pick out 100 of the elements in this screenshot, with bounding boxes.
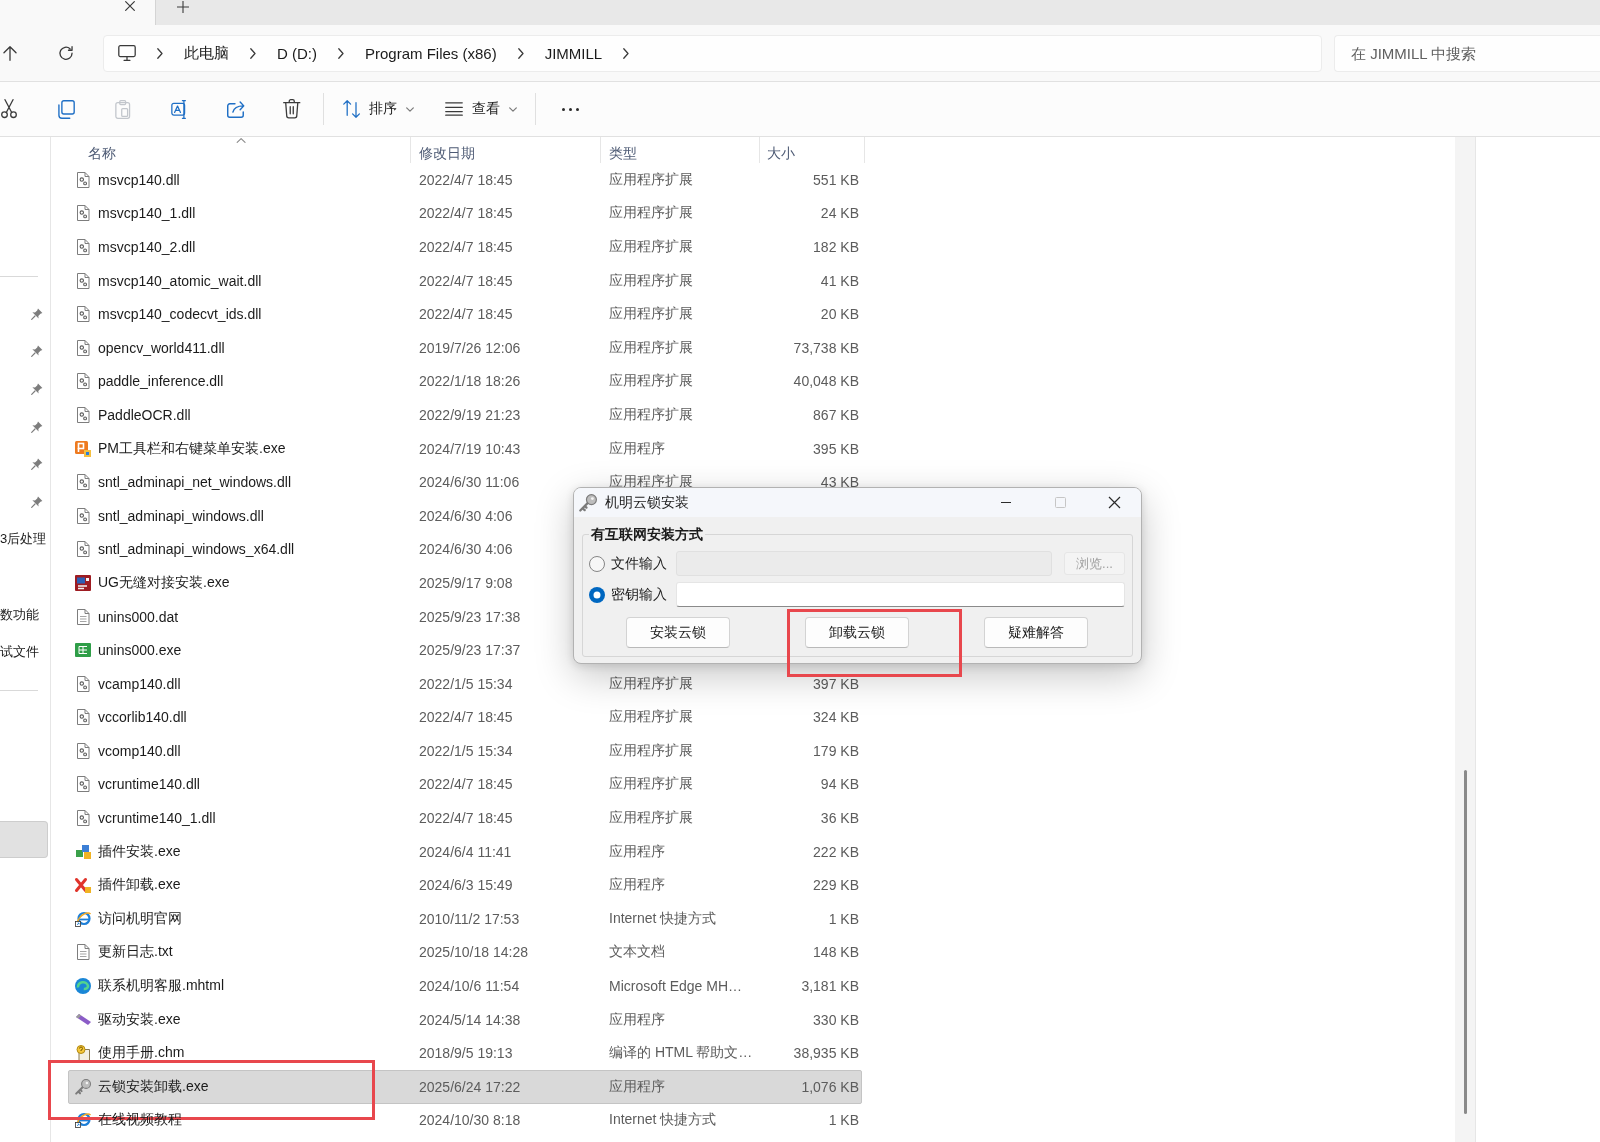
file-name: UG无缝对接安装.exe xyxy=(98,573,230,592)
date-cell-text: 2018/9/5 19:13 xyxy=(418,1045,513,1062)
file-row[interactable]: PaddleOCR.dll 2022/9/19 21:23 应用程序扩展 867 KB xyxy=(68,398,862,432)
breadcrumb[interactable]: 此电脑 xyxy=(184,43,229,63)
file-row[interactable]: 插件卸载.exe 2024/6/3 15:49 应用程序 229 KB xyxy=(68,868,862,903)
search-field[interactable]: 在 JIMMILL 中搜索 xyxy=(1334,34,1600,72)
key-icon xyxy=(579,493,597,512)
column-header[interactable]: 名称 xyxy=(68,137,411,163)
option-label[interactable]: 文件输入 xyxy=(611,554,667,573)
close-icon[interactable] xyxy=(125,1,135,11)
chevron-right-icon xyxy=(338,47,344,59)
refresh-icon[interactable] xyxy=(59,46,73,60)
file-row[interactable]: msvcp140_1.dll 2022/4/7 18:45 应用程序扩展 24 KB xyxy=(68,196,862,231)
caret-down-icon xyxy=(406,106,414,112)
radio-button[interactable] xyxy=(589,555,605,572)
file-row[interactable]: vcruntime140.dll 2022/4/7 18:45 应用程序扩展 94 KB xyxy=(68,767,862,802)
date-cell-text: 2024/6/3 15:49 xyxy=(418,877,513,894)
type-cell-text: 应用程序扩展 xyxy=(608,305,693,324)
app-tile-icon xyxy=(75,574,91,591)
column-header[interactable]: 大小 xyxy=(760,137,865,163)
type-cell-text: 应用程序 xyxy=(608,842,665,861)
size-cell-text: 41 KB xyxy=(820,272,860,289)
sort-arrows-icon xyxy=(343,100,360,118)
file-row[interactable]: vcomp140.dll 2022/1/5 15:34 应用程序扩展 179 KB xyxy=(68,734,862,768)
type-cell-text: Microsoft Edge MH… xyxy=(608,978,743,995)
size-cell-text: 229 KB xyxy=(813,877,860,894)
type-cell-text: 应用程序 xyxy=(608,1010,665,1029)
breadcrumb[interactable]: JIMMILL xyxy=(544,44,603,62)
option-label[interactable]: 密钥输入 xyxy=(611,585,667,604)
size-cell-text: 551 KB xyxy=(813,171,860,188)
file-row[interactable]: msvcp140.dll 2022/4/7 18:45 应用程序扩展 551 KB xyxy=(68,163,862,197)
date-cell-text: 2025/9/23 17:37 xyxy=(418,642,521,659)
file-row[interactable]: 联系机明客服.mhtml 2024/10/6 11:54 Microsoft Edge MH… 3,181 KB xyxy=(68,969,862,1003)
dialog-button[interactable]: 卸载云锁 xyxy=(805,617,909,648)
file-name: msvcp140.dll xyxy=(98,171,180,188)
type-cell-text: 应用程序扩展 xyxy=(608,338,693,357)
dialog-button[interactable]: 疑难解答 xyxy=(984,617,1088,648)
size-cell-text: 1 KB xyxy=(828,910,860,927)
file-row[interactable]: msvcp140_2.dll 2022/4/7 18:45 应用程序扩展 182 KB xyxy=(68,230,862,264)
sidebar-item[interactable]: 试文件 xyxy=(0,633,50,671)
gear-document-icon xyxy=(76,306,90,323)
breadcrumb[interactable]: D (D:) xyxy=(277,44,317,62)
type-cell-text: 文本文档 xyxy=(608,943,665,962)
file-name: 访问机明官网 xyxy=(98,909,182,928)
scissors-icon xyxy=(1,99,17,119)
file-name: vcamp140.dll xyxy=(98,675,181,692)
document-icon xyxy=(76,608,90,625)
type-cell-text: 应用程序 xyxy=(608,1077,665,1096)
file-name: 更新日志.txt xyxy=(98,943,173,962)
gear-document-icon xyxy=(76,709,90,726)
file-row[interactable]: vccorlib140.dll 2022/4/7 18:45 应用程序扩展 324 KB xyxy=(68,700,862,735)
gear-document-icon xyxy=(76,541,90,558)
size-cell-text: 222 KB xyxy=(813,843,860,860)
more-icon xyxy=(561,107,579,111)
gear-document-icon xyxy=(76,339,90,356)
file-row[interactable]: 访问机明官网 2010/11/2 17:53 Internet 快捷方式 1 KB xyxy=(68,902,862,936)
file-row[interactable]: PM工具栏和右键菜单安装.exe 2024/7/19 10:43 应用程序 395 KB xyxy=(68,431,862,466)
view-button[interactable]: 查看 xyxy=(438,91,524,127)
dialog-button[interactable]: 安装云锁 xyxy=(626,617,730,648)
file-row[interactable]: 使用手册.chm 2018/9/5 19:13 编译的 HTML 帮助文… 38,935 KB xyxy=(68,1036,862,1071)
radio-button[interactable] xyxy=(589,586,605,603)
globe-icon xyxy=(75,910,91,927)
type-cell-text: 应用程序扩展 xyxy=(608,170,693,189)
file-name: paddle_inference.dll xyxy=(98,373,224,390)
file-name: msvcp140_2.dll xyxy=(98,239,196,255)
plus-icon[interactable] xyxy=(177,1,189,13)
breadcrumb[interactable]: Program Files (x86) xyxy=(365,44,497,62)
share-icon xyxy=(226,100,245,118)
file-row[interactable]: 驱动安装.exe 2024/5/14 14:38 应用程序 330 KB xyxy=(68,1002,862,1037)
type-cell-text: 应用程序扩展 xyxy=(608,405,693,424)
type-cell-text: 应用程序扩展 xyxy=(608,674,693,693)
scrollbar-thumb[interactable] xyxy=(1463,770,1467,1114)
file-row[interactable]: msvcp140_atomic_wait.dll 2022/4/7 18:45 应用程序扩展 41 KB xyxy=(68,263,862,298)
file-row[interactable]: vcruntime140_1.dll 2022/4/7 18:45 应用程序扩展 36 KB xyxy=(68,801,862,835)
file-row[interactable]: 插件安装.exe 2024/6/4 11:41 应用程序 222 KB xyxy=(68,834,862,869)
sort-button[interactable]: 排序 xyxy=(336,91,421,127)
gear-document-icon xyxy=(76,239,90,255)
date-cell-text: 2022/4/7 18:45 xyxy=(418,776,513,793)
type-cell-text: 应用程序扩展 xyxy=(608,372,693,391)
size-cell-text: 3,181 KB xyxy=(801,978,860,995)
sidebar-item[interactable]: 3后处理 xyxy=(0,520,50,559)
file-name: unins000.exe xyxy=(98,642,182,659)
type-cell-text: 应用程序扩展 xyxy=(608,809,693,828)
file-row[interactable]: msvcp140_codecvt_ids.dll 2022/4/7 18:45 应用程序扩展 20 KB xyxy=(68,297,862,331)
key-field[interactable] xyxy=(676,582,1125,607)
file-row[interactable]: opencv_world411.dll 2019/7/26 12:06 应用程序扩展 73,738 KB xyxy=(68,330,862,365)
usb-stick-icon xyxy=(75,1014,91,1026)
sidebar-item[interactable]: 数功能 xyxy=(0,595,50,634)
column-header[interactable]: 修改日期 xyxy=(411,137,601,163)
file-row[interactable]: paddle_inference.dll 2022/1/18 18:26 应用程序扩展 40,048 KB xyxy=(68,364,862,399)
file-name: sntl_adminapi_net_windows.dll xyxy=(98,474,291,491)
size-cell-text: 395 KB xyxy=(813,440,860,457)
address-bar[interactable]: 此电脑 D (D:) Program Files (x86) JIMMILL xyxy=(103,34,1322,72)
file-row[interactable]: 更新日志.txt 2025/10/18 14:28 文本文档 148 KB xyxy=(68,935,862,970)
up-arrow-icon[interactable] xyxy=(3,45,17,61)
type-cell-text: 应用程序扩展 xyxy=(608,271,693,290)
size-cell-text: 20 KB xyxy=(820,306,860,323)
column-header[interactable]: 类型 xyxy=(601,137,760,163)
file-row[interactable]: vcamp140.dll 2022/1/5 15:34 应用程序扩展 397 KB xyxy=(68,666,862,701)
file-name: opencv_world411.dll xyxy=(98,339,225,356)
